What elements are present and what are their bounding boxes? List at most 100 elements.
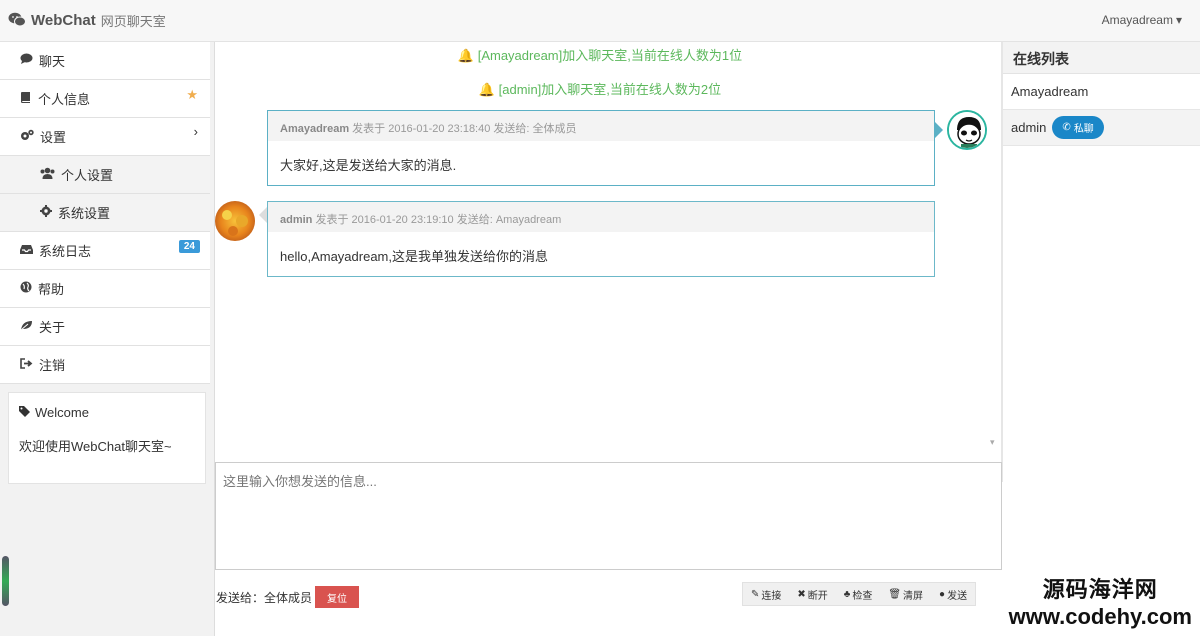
avatar[interactable]	[215, 201, 255, 241]
bell-icon: 🔔	[478, 82, 496, 97]
sidebar: 聊天 个人信息 ★ 设置 › 个人设置 系统设置 系统日志 24 帮助 关于 注…	[0, 42, 215, 636]
cogs-icon	[20, 129, 34, 144]
sidebar-item-label: 注销	[39, 358, 66, 373]
recipient-bar: 发送给：全体成员 复位	[216, 586, 360, 608]
message-sender: admin	[280, 214, 313, 226]
bubble-arrow	[935, 122, 943, 138]
plug-icon: ✎	[751, 588, 760, 600]
chat-scrollbar[interactable]: ▾	[988, 42, 1000, 462]
chat-message: admin 发表于 2016-01-20 23:19:10 发送给: Amaya…	[267, 201, 935, 277]
private-chat-button[interactable]: ✆ 私聊	[1052, 116, 1104, 139]
online-list-panel: 在线列表 Amayadream admin ✆ 私聊	[1002, 42, 1200, 482]
comment-icon	[20, 53, 33, 68]
phone-icon: ✆	[1062, 122, 1071, 133]
side-scroll-handle[interactable]	[2, 556, 9, 606]
clear-label: 清屏	[903, 590, 924, 602]
watermark-line2: www.codehy.com	[1008, 604, 1192, 629]
users-icon	[40, 167, 55, 182]
sidebar-item-settings[interactable]: 设置 ›	[0, 118, 210, 156]
close-icon: ✖	[797, 588, 806, 600]
online-user-name: Amayadream	[1011, 84, 1089, 99]
sign-out-icon	[20, 357, 33, 372]
message-text: hello,Amayadream,这是我单独发送给你的消息	[280, 249, 548, 264]
watermark: 源码海洋网 www.codehy.com	[1009, 572, 1192, 630]
sidebar-item-label: 关于	[39, 320, 66, 335]
reset-button[interactable]: 复位	[315, 586, 360, 608]
message-header: admin 发表于 2016-01-20 23:19:10 发送给: Amaya…	[268, 202, 934, 232]
send-button[interactable]: ● 发送	[931, 583, 975, 605]
sidebar-item-profile[interactable]: 个人信息 ★	[0, 80, 210, 118]
system-message-text: [Amayadream]加入聊天室,当前在线人数为1位	[477, 48, 743, 63]
book-icon	[20, 91, 32, 106]
sidebar-item-label: 帮助	[38, 282, 65, 297]
sidebar-item-help[interactable]: 帮助	[0, 270, 210, 308]
welcome-text: 欢迎使用WebChat聊天室~	[19, 439, 172, 454]
star-icon: ★	[186, 87, 198, 102]
chat-message: Amayadream 发表于 2016-01-20 23:18:40 发送给: …	[267, 110, 935, 186]
log-count-badge: 24	[178, 240, 200, 253]
trash-icon: 🗑	[888, 588, 902, 600]
online-list-title: 在线列表	[1003, 42, 1200, 74]
recipient-label: 发送给：全体成员	[216, 590, 313, 605]
system-message-text: [admin]加入聊天室,当前在线人数为2位	[498, 82, 722, 97]
chat-toolbar: ✎ 连接 ✖ 断开 ♣ 检查 🗑 清屏 ● 发送	[742, 582, 977, 606]
sidebar-item-system-settings[interactable]: 系统设置	[0, 194, 210, 232]
sidebar-item-chat[interactable]: 聊天	[0, 42, 210, 80]
online-user-name: admin	[1011, 120, 1047, 135]
sidebar-item-label: 聊天	[39, 54, 66, 69]
sitemap-icon: ♣	[843, 588, 851, 600]
inbox-icon	[20, 243, 33, 258]
message-text: 大家好,这是发送给大家的消息.	[280, 158, 457, 173]
leaf-icon	[20, 319, 33, 334]
sidebar-item-logout[interactable]: 注销	[0, 346, 210, 384]
message-header: Amayadream 发表于 2016-01-20 23:18:40 发送给: …	[268, 111, 934, 141]
comment-icon: ●	[939, 588, 946, 600]
check-label: 检查	[852, 590, 873, 602]
sidebar-item-about[interactable]: 关于	[0, 308, 210, 346]
sidebar-item-system-log[interactable]: 系统日志 24	[0, 232, 210, 270]
private-chat-label: 私聊	[1073, 124, 1094, 135]
wechat-icon	[8, 12, 26, 30]
brand-name: WebChat	[31, 12, 96, 29]
avatar[interactable]	[947, 110, 987, 150]
disconnect-button[interactable]: ✖ 断开	[789, 583, 835, 605]
message-meta: 发表于 2016-01-20 23:19:10 发送给: Amayadream	[312, 214, 562, 226]
sidebar-item-label: 系统日志	[39, 244, 92, 259]
clear-button[interactable]: 🗑 清屏	[880, 583, 931, 605]
scroll-down-icon[interactable]: ▾	[990, 437, 995, 448]
bubble-arrow	[259, 207, 267, 223]
check-button[interactable]: ♣ 检查	[836, 583, 881, 605]
welcome-title: Welcome	[35, 405, 89, 420]
welcome-heading: Welcome	[19, 405, 195, 420]
online-user[interactable]: admin ✆ 私聊	[1003, 110, 1200, 146]
tag-icon	[19, 405, 30, 420]
sidebar-item-label: 系统设置	[58, 206, 111, 221]
brand-subtitle: 网页聊天室	[100, 14, 166, 29]
online-user[interactable]: Amayadream	[1003, 74, 1200, 110]
user-dropdown[interactable]: Amayadream ▾	[1102, 13, 1182, 27]
welcome-panel: Welcome 欢迎使用WebChat聊天室~	[8, 392, 206, 484]
top-navbar: WebChat 网页聊天室 Amayadream ▾	[0, 0, 1200, 42]
bell-icon: 🔔	[457, 48, 475, 63]
watermark-line1: 源码海洋网	[1042, 577, 1158, 602]
brand[interactable]: WebChat 网页聊天室	[8, 11, 166, 30]
message-sender: Amayadream	[280, 123, 350, 135]
message-meta: 发表于 2016-01-20 23:18:40 发送给: 全体成员	[349, 123, 577, 135]
user-name: Amayadream	[1101, 13, 1173, 27]
send-label: 发送	[947, 590, 968, 602]
chevron-right-icon: ›	[193, 124, 198, 139]
disconnect-label: 断开	[807, 590, 828, 602]
sidebar-item-personal-settings[interactable]: 个人设置	[0, 156, 210, 194]
caret-down-icon: ▾	[1175, 13, 1182, 27]
system-message: 🔔 [admin]加入聊天室,当前在线人数为2位	[215, 79, 985, 98]
message-composer[interactable]	[215, 462, 1002, 570]
connect-button[interactable]: ✎ 连接	[743, 583, 789, 605]
sidebar-item-label: 设置	[40, 130, 67, 145]
system-message: 🔔 [Amayadream]加入聊天室,当前在线人数为1位	[215, 45, 985, 64]
sidebar-item-label: 个人设置	[61, 168, 114, 183]
sidebar-item-label: 个人信息	[38, 92, 91, 107]
chat-message-area[interactable]: 🔔 [Amayadream]加入聊天室,当前在线人数为1位 🔔 [admin]加…	[215, 42, 1002, 462]
gear-icon	[40, 205, 52, 220]
globe-icon	[20, 281, 32, 296]
message-input[interactable]	[223, 471, 994, 561]
